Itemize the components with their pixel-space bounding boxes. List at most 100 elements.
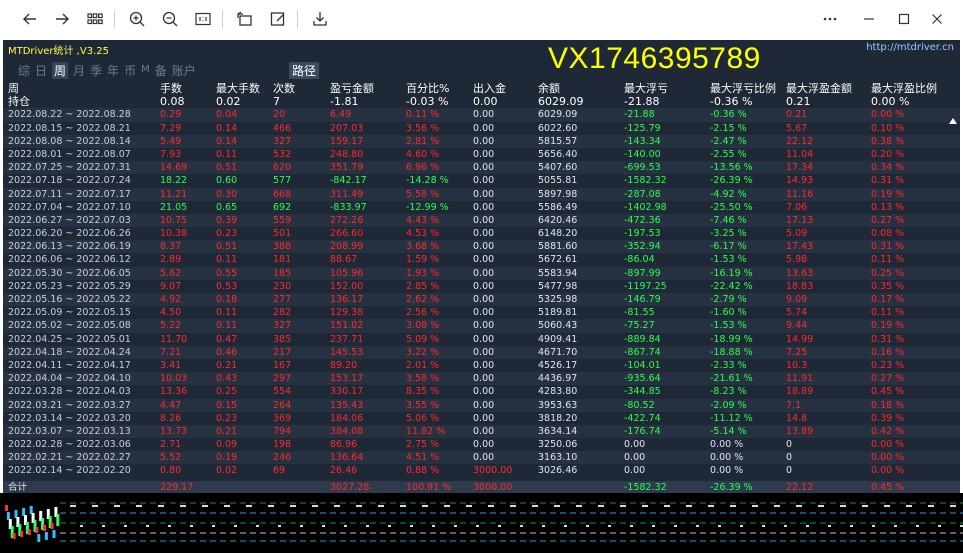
table-cell: 0.80 xyxy=(160,465,182,477)
back-arrow-icon[interactable] xyxy=(18,8,42,30)
holding-cell: 6029.09 xyxy=(538,95,584,109)
table-row[interactable]: 2022.07.11 ~ 2022.07.17 11.21 0.30 668 311.4… xyxy=(3,187,960,201)
table-cell: 198 xyxy=(273,439,292,451)
table-row[interactable]: 2022.06.27 ~ 2022.07.03 10.75 0.39 559 272.2… xyxy=(3,213,960,228)
table-row[interactable]: 2022.08.01 ~ 2022.08.07 7.93 0.11 532 248.80… xyxy=(3,148,960,161)
table-cell: 0.45 % xyxy=(871,386,905,398)
table-cell: -1197.25 xyxy=(624,280,667,292)
tab-5[interactable]: 年 xyxy=(107,62,119,79)
actual-size-icon[interactable] xyxy=(191,8,215,30)
table-row[interactable]: 2022.02.14 ~ 2022.02.20 0.80 0.02 69 26.46 0.… xyxy=(3,464,960,477)
table-row[interactable]: 2022.08.15 ~ 2022.08.21 7.29 0.14 466 207.03… xyxy=(3,122,960,135)
table-row[interactable]: 2022.05.09 ~ 2022.05.15 4.50 0.11 282 129.38… xyxy=(3,306,960,319)
tab-2[interactable]: 周 xyxy=(52,62,69,79)
save-download-icon[interactable] xyxy=(308,8,332,30)
scroll-up-icon[interactable] xyxy=(949,118,957,124)
table-cell: 18.89 xyxy=(786,386,814,398)
table-cell: 217 xyxy=(273,346,292,358)
table-cell: 8.26 xyxy=(160,412,182,424)
zoom-in-icon[interactable] xyxy=(125,8,149,30)
forward-arrow-icon[interactable] xyxy=(50,8,74,30)
table-cell: 4671.70 xyxy=(538,346,578,358)
table-row[interactable]: 2022.04.18 ~ 2022.04.24 7.21 0.46 217 145.53… xyxy=(3,345,960,359)
table-cell: -833.97 xyxy=(330,201,367,213)
table-row[interactable]: 2022.05.30 ~ 2022.06.05 5.62 0.55 185 105.96… xyxy=(3,266,960,280)
table-row[interactable]: 2022.05.23 ~ 2022.05.29 9.07 0.53 230 152.00… xyxy=(3,280,960,293)
table-row[interactable]: 2022.02.28 ~ 2022.03.06 2.71 0.09 198 86.96 2… xyxy=(3,438,960,451)
table-cell: 14.69 xyxy=(160,162,188,174)
table-cell: 1.93 % xyxy=(406,267,440,279)
zoom-out-icon[interactable] xyxy=(158,8,182,30)
table-cell: 0.60 xyxy=(216,175,238,187)
tab-4[interactable]: 季 xyxy=(90,62,102,79)
table-row[interactable]: 2022.06.06 ~ 2022.06.12 2.89 0.11 181 88.67 1… xyxy=(3,253,960,266)
tab-1[interactable]: 日 xyxy=(35,62,47,79)
table-cell: 0.00 xyxy=(473,425,495,437)
table-cell: -18.88 % xyxy=(710,346,753,358)
more-options-icon[interactable] xyxy=(818,8,842,30)
table-row[interactable]: 2022.07.04 ~ 2022.07.10 21.05 0.65 692 -833.… xyxy=(3,201,960,214)
table-cell: 0.19 % xyxy=(871,188,905,200)
table-cell: -6.17 % xyxy=(710,241,747,253)
table-cell: 0.47 xyxy=(216,333,238,345)
table-row[interactable]: 2022.07.18 ~ 2022.07.24 18.22 0.60 577 -842.… xyxy=(3,174,960,187)
table-row[interactable]: 2022.03.21 ~ 2022.03.27 4.47 0.15 264 135.43… xyxy=(3,398,960,412)
table-cell: 0.43 xyxy=(216,373,238,385)
table-row[interactable]: 2022.05.02 ~ 2022.05.08 5.22 0.11 327 151.02… xyxy=(3,319,960,333)
edit-icon[interactable] xyxy=(266,8,290,30)
column-header: 最大浮盈比例 xyxy=(871,82,937,95)
table-cell: 2.71 xyxy=(160,439,182,451)
table-cell: 3163.10 xyxy=(538,452,578,464)
table-cell: 3000.00 xyxy=(473,465,513,477)
minimize-icon[interactable] xyxy=(857,8,881,30)
tab-9[interactable]: 账户 xyxy=(172,62,196,79)
table-cell: 135.43 xyxy=(330,399,364,411)
table-cell: 0.00 xyxy=(473,162,495,174)
week-range: 2022.07.25 ~ 2022.07.31 xyxy=(8,162,131,174)
table-row[interactable]: 2022.04.25 ~ 2022.05.01 11.70 0.47 385 237.7… xyxy=(3,333,960,346)
table-cell: 9.09 xyxy=(786,294,808,305)
table-row[interactable]: 2022.08.08 ~ 2022.08.14 5.49 0.14 327 159.17… xyxy=(3,134,960,148)
table-cell: 184.06 xyxy=(330,412,364,424)
table-row[interactable]: 2022.06.13 ~ 2022.06.19 8.37 0.51 388 208.99… xyxy=(3,240,960,254)
table-cell: 5.52 xyxy=(160,452,182,464)
table-row[interactable]: 2022.03.14 ~ 2022.03.20 8.26 0.23 369 184.06… xyxy=(3,412,960,425)
table-cell: 8.35 % xyxy=(406,386,440,398)
close-icon[interactable] xyxy=(925,8,949,30)
table-cell: 0.65 xyxy=(216,201,238,213)
table-row[interactable]: 2022.06.20 ~ 2022.06.26 10.38 0.23 501 266.6… xyxy=(3,227,960,240)
table-cell: 18.22 xyxy=(160,175,188,187)
tab-0[interactable]: 综 xyxy=(18,62,30,79)
site-link[interactable]: http://mtdriver.cn xyxy=(866,42,954,53)
table-row[interactable]: 2022.03.28 ~ 2022.04.03 13.36 0.25 554 330.1… xyxy=(3,385,960,398)
grid-view-icon[interactable] xyxy=(83,8,107,30)
table-cell: -143.34 xyxy=(624,135,661,147)
table-cell: 246 xyxy=(273,452,292,464)
week-range: 2022.05.30 ~ 2022.06.05 xyxy=(8,267,131,279)
table-cell: -287.08 xyxy=(624,188,661,200)
tab-8[interactable]: 备 xyxy=(155,62,167,79)
table-row[interactable]: 2022.02.21 ~ 2022.02.27 5.52 0.19 246 136.64… xyxy=(3,451,960,465)
viewer-toolbar xyxy=(0,0,963,40)
route-button[interactable]: 路径 xyxy=(289,62,320,79)
tab-7[interactable]: M xyxy=(141,62,150,79)
table-cell: 10.75 xyxy=(160,214,188,226)
rotate-icon[interactable] xyxy=(233,8,257,30)
table-cell: 330.17 xyxy=(330,386,364,398)
table-row[interactable]: 2022.08.22 ~ 2022.08.28 0.29 0.04 20 6.49 0.1… xyxy=(3,108,960,122)
table-cell: 17.43 xyxy=(786,241,814,253)
tab-3[interactable]: 月 xyxy=(73,62,85,79)
table-row[interactable]: 2022.04.04 ~ 2022.04.10 10.03 0.43 297 153.1… xyxy=(3,372,960,386)
table-cell: -16.19 % xyxy=(710,267,753,279)
table-cell: 0.09 xyxy=(216,439,238,451)
tab-6[interactable]: 币 xyxy=(124,62,136,79)
table-cell: 2.85 % xyxy=(406,280,440,292)
maximize-icon[interactable] xyxy=(892,8,916,30)
table-cell: 11.21 xyxy=(160,188,188,200)
table-row[interactable]: 2022.04.11 ~ 2022.04.17 3.41 0.21 167 89.20 2… xyxy=(3,359,960,372)
table-row[interactable]: 2022.07.25 ~ 2022.07.31 14.69 0.51 620 351.7… xyxy=(3,161,960,175)
table-row[interactable]: 2022.05.16 ~ 2022.05.22 4.92 0.18 277 136.17… xyxy=(3,293,960,307)
total-cell: 3027.28 xyxy=(330,482,370,493)
table-cell: 5407.60 xyxy=(538,162,578,174)
table-row[interactable]: 2022.03.07 ~ 2022.03.13 13.73 0.21 794 384.0… xyxy=(3,424,960,439)
